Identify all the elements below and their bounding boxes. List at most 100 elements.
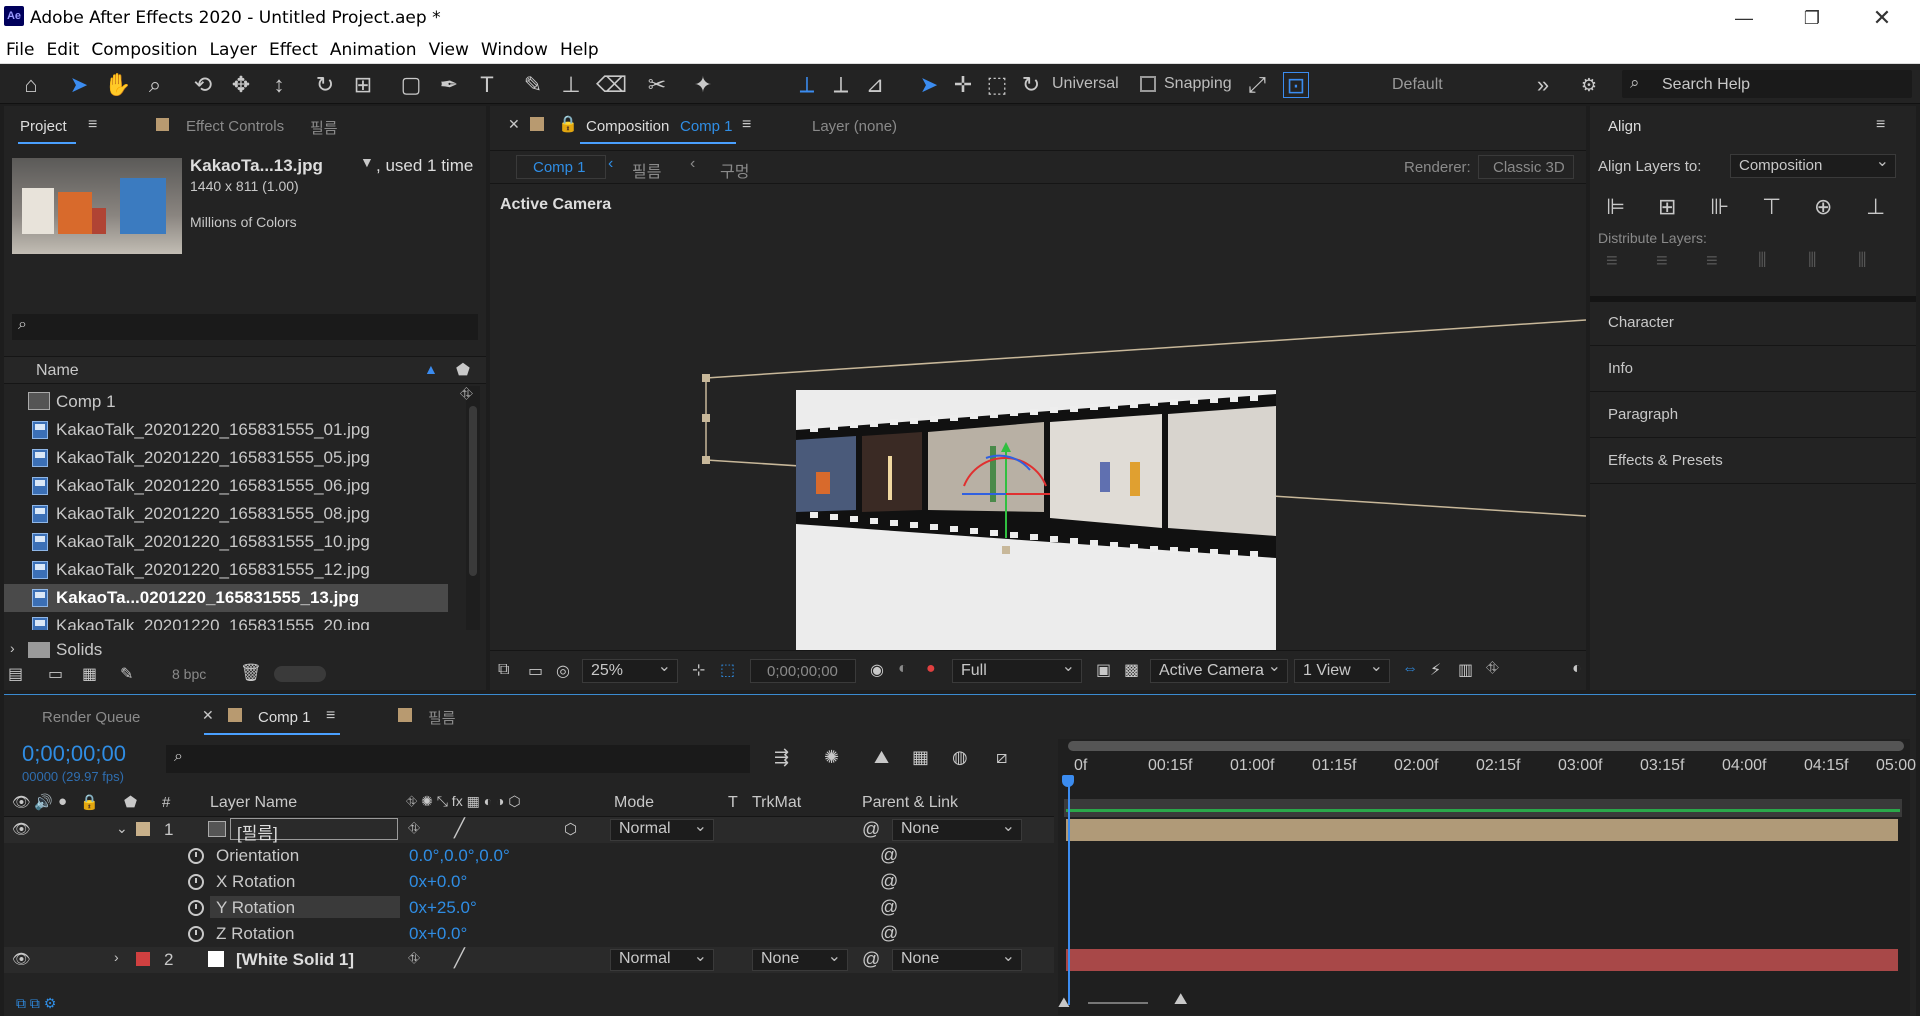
local-axis-icon[interactable]: ⟂ [794, 72, 820, 98]
stopwatch-icon[interactable] [188, 874, 204, 890]
zoom-dropdown[interactable]: 25% [582, 656, 678, 683]
align-to-dropdown[interactable]: Composition [1730, 151, 1896, 178]
composition-viewer[interactable] [490, 186, 1586, 650]
trkmat-dropdown[interactable]: None [752, 946, 848, 971]
fast-preview-icon[interactable]: ⚡ [1430, 660, 1441, 680]
list-item[interactable]: KakaoTalk_20201220_165831555_08.jpg [4, 500, 462, 528]
label-tag-icon[interactable]: ⬟ [124, 793, 137, 811]
timeline-search-input[interactable]: ⌕ [166, 745, 750, 773]
rectangle-tool-icon[interactable]: ▢ [398, 72, 424, 98]
tab-comp1[interactable]: Comp 1 [258, 709, 311, 726]
list-item[interactable]: KakaoTalk_20201220_165831555_01.jpg [4, 416, 462, 444]
move-icon[interactable]: ✛ [950, 72, 976, 98]
thumbnail-slider[interactable] [274, 666, 326, 682]
stopwatch-icon[interactable] [188, 926, 204, 942]
pen-tool-icon[interactable]: ✒ [436, 72, 462, 98]
pick-whip-icon[interactable]: @ [880, 845, 898, 866]
minimize-button[interactable]: — [1724, 4, 1764, 32]
clone-stamp-icon[interactable]: ⊥ [558, 72, 584, 98]
puppet-pin-icon[interactable]: ✦ [690, 72, 716, 98]
motion-blur-icon[interactable]: ◍ [952, 747, 968, 768]
property-value[interactable]: 0x+25.0° [409, 898, 477, 918]
viewer-timecode[interactable]: 0;00;00;00 [750, 659, 856, 683]
view-axis-icon[interactable]: ⊿ [862, 72, 888, 98]
list-item[interactable]: KakaoTalk_20201220_165831555_10.jpg [4, 528, 462, 556]
property-value[interactable]: 0.0°,0.0°,0.0° [409, 846, 510, 866]
solo-icon[interactable]: ● [58, 793, 67, 810]
distribute-right-icon[interactable]: ⫴ [1858, 250, 1866, 273]
distribute-left-icon[interactable]: ⫴ [1758, 250, 1766, 273]
close-tab-icon[interactable]: ✕ [202, 707, 214, 724]
tab-composition[interactable]: Composition [586, 118, 669, 135]
frame-blending-icon[interactable]: ▦ [912, 747, 929, 768]
layer-mode-dropdown[interactable]: Normal [610, 946, 714, 971]
flowchart-icon[interactable]: ⛗ [460, 386, 473, 404]
collapse-arrow-icon[interactable]: ⌄ [116, 820, 128, 837]
menu-layer[interactable]: Layer [204, 36, 263, 60]
menu-file[interactable]: File [0, 36, 40, 60]
timeline-graph-area[interactable]: ⛰ ⛰ [1058, 739, 1910, 1015]
tab-render-queue[interactable]: Render Queue [42, 709, 140, 726]
tab-film[interactable]: 필름 [428, 707, 456, 728]
pan-camera-icon[interactable]: ✥ [228, 72, 254, 98]
snap-edges-icon[interactable]: ⤢ [1244, 72, 1270, 98]
roi-icon[interactable]: ▣ [1096, 660, 1111, 680]
property-value[interactable]: 0x+0.0° [409, 872, 467, 892]
timeline-icon[interactable]: ▥ [1458, 660, 1473, 680]
current-timecode[interactable]: 0;00;00;00 [22, 741, 126, 767]
interpret-footage-icon[interactable]: ▤ [8, 664, 23, 684]
pick-whip-icon[interactable]: @ [880, 923, 898, 944]
show-snapshot-icon[interactable]: ◐ [898, 660, 908, 678]
eraser-tool-icon[interactable]: ⌫ [596, 72, 627, 98]
shy-switch-icon[interactable]: ⛗ [408, 820, 420, 837]
distribute-vcenter-icon[interactable]: ≡ [1656, 250, 1668, 273]
workspace-default[interactable]: Default [1392, 76, 1443, 94]
playhead[interactable] [1068, 779, 1070, 1005]
channel-icon[interactable]: ● [926, 660, 936, 678]
pan-behind-icon[interactable]: ⊞ [350, 72, 376, 98]
column-name[interactable]: Name [36, 362, 79, 380]
camera-dropdown[interactable]: Active Camera [1150, 656, 1288, 683]
new-folder-icon[interactable]: ▭ [48, 664, 63, 684]
view-layout-dropdown[interactable]: 1 View [1294, 656, 1390, 683]
renderer-value[interactable]: Classic 3D [1478, 155, 1574, 179]
column-layer-name[interactable]: Layer Name [210, 794, 297, 812]
grid-icon[interactable]: ⊹ [692, 660, 705, 680]
align-hcenter-icon[interactable]: ⊞ [1658, 194, 1676, 220]
property-value[interactable]: 0x+0.0° [409, 924, 467, 944]
breadcrumb-hole[interactable]: 구멍 [720, 158, 749, 182]
selection-tool-icon[interactable]: ➤ [66, 72, 92, 98]
hand-tool-icon[interactable]: ✋ [104, 72, 131, 98]
3d-layer-icon[interactable]: ⬡ [564, 820, 577, 838]
list-item[interactable]: KakaoTalk_20201220_165831555_05.jpg [4, 444, 462, 472]
list-item-selected[interactable]: KakaoTa...0201220_165831555_13.jpg [4, 584, 448, 612]
list-item[interactable]: KakaoTalk_20201220_165831555_06.jpg [4, 472, 462, 500]
character-panel[interactable]: Character [1590, 302, 1916, 346]
project-search-input[interactable]: ⌕ [12, 314, 478, 340]
tab-layer[interactable]: Layer (none) [812, 118, 897, 135]
layer-name[interactable]: [White Solid 1] [236, 950, 354, 970]
list-item[interactable]: KakaoTalk_20201220_165831555_20.jpg [4, 612, 462, 630]
lock-icon[interactable]: 🔒 [558, 114, 578, 134]
timeline-layer-row[interactable]: 👁 › 2 [White Solid 1] ⛗ ╱ Normal None @ … [4, 946, 1054, 973]
zoom-slider[interactable] [1088, 1002, 1148, 1004]
menu-composition[interactable]: Composition [85, 36, 203, 60]
exposure-icon[interactable]: ◐ [1572, 660, 1582, 678]
video-toggle-icon[interactable]: 👁 [12, 793, 31, 811]
parent-dropdown[interactable]: None [892, 946, 1022, 971]
orbit-camera-icon[interactable]: ⟲ [190, 72, 216, 98]
distribute-hcenter-icon[interactable]: ⫴ [1808, 250, 1816, 273]
label-tag-icon[interactable]: ⬟ [456, 360, 470, 380]
sort-ascending-icon[interactable]: ▲ [424, 361, 438, 377]
snapshot-icon[interactable]: ◉ [870, 660, 884, 680]
pick-whip-icon[interactable]: @ [862, 949, 880, 970]
zoom-in-icon[interactable]: ⛰ [1174, 991, 1187, 1009]
world-axis-icon[interactable]: ⟂ [828, 72, 854, 98]
expand-arrow-icon[interactable]: › [114, 949, 119, 965]
expand-arrow-icon[interactable]: › [10, 640, 15, 656]
collapse-switch-icon[interactable]: ╱ [454, 948, 465, 969]
type-tool-icon[interactable]: T [474, 72, 500, 98]
stopwatch-icon[interactable] [188, 848, 204, 864]
workspace-edit-icon[interactable]: ⚙ [1576, 72, 1602, 98]
panel-menu-icon[interactable]: ≡ [88, 116, 97, 134]
